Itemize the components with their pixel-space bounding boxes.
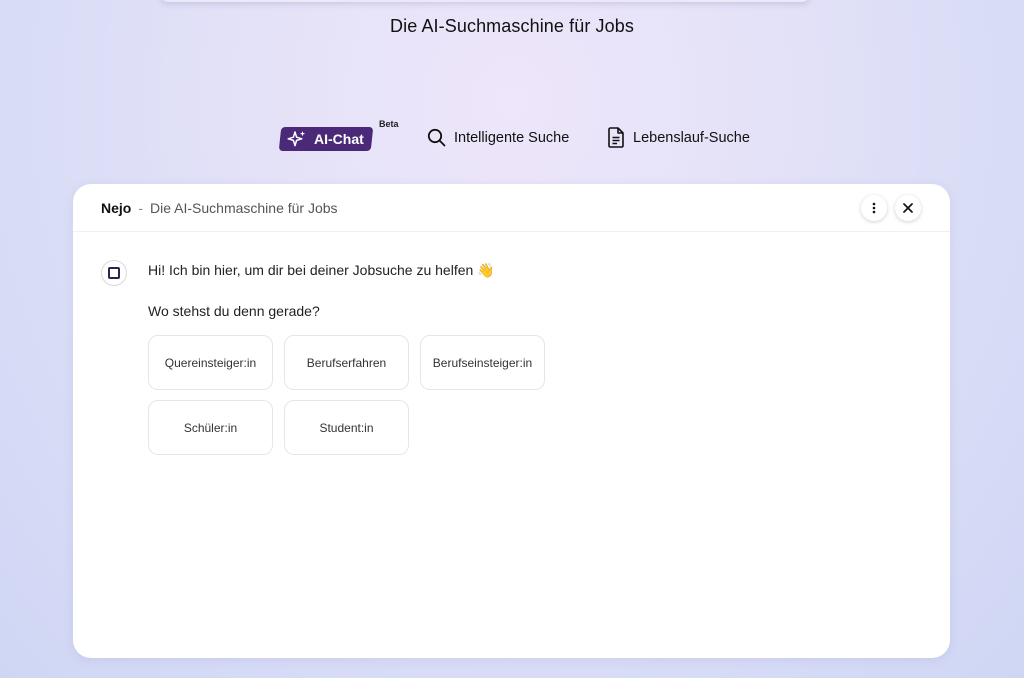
mode-tabs: AI-Chat — [278, 120, 374, 154]
option-button-student[interactable]: Student:in — [284, 400, 409, 455]
option-button-berufseinsteiger[interactable]: Berufseinsteiger:in — [420, 335, 545, 390]
header-separator: - — [138, 199, 144, 216]
option-button-quereinsteiger[interactable]: Quereinsteiger:in — [148, 335, 273, 390]
document-icon — [607, 127, 625, 148]
bot-avatar — [101, 260, 127, 286]
bot-greeting: Hi! Ich bin hier, um dir bei deiner Jobs… — [148, 262, 495, 278]
sparkles-icon — [287, 130, 307, 148]
chat-subtitle: Die AI-Suchmaschine für Jobs — [150, 199, 338, 216]
bot-question: Wo stehst du denn gerade? — [148, 303, 320, 319]
chat-brand: Nejo — [101, 199, 132, 216]
tab-ai-chat-label: AI-Chat — [314, 131, 364, 147]
tab-smart-search[interactable]: Intelligente Suche — [427, 128, 569, 147]
tab-ai-chat[interactable]: AI-Chat — [278, 127, 374, 151]
close-icon — [903, 203, 913, 213]
tab-cv-search[interactable]: Lebenslauf-Suche — [607, 127, 750, 148]
beta-badge: Beta — [379, 119, 399, 129]
search-icon — [427, 128, 446, 147]
more-vertical-icon — [872, 202, 876, 214]
chat-header: Nejo - Die AI-Suchmaschine für Jobs — [73, 184, 950, 232]
top-bar-edge — [160, 0, 810, 2]
page-title: Die AI-Suchmaschine für Jobs — [390, 16, 634, 36]
option-button-berufserfahren[interactable]: Berufserfahren — [284, 335, 409, 390]
close-button[interactable] — [895, 195, 921, 221]
bot-square-icon — [108, 267, 120, 279]
chat-panel: Nejo - Die AI-Suchmaschine für Jobs Hi! … — [73, 184, 950, 658]
more-options-button[interactable] — [861, 195, 887, 221]
option-button-schueler[interactable]: Schüler:in — [148, 400, 273, 455]
tab-smart-search-label: Intelligente Suche — [454, 129, 570, 146]
tab-cv-search-label: Lebenslauf-Suche — [633, 129, 750, 146]
